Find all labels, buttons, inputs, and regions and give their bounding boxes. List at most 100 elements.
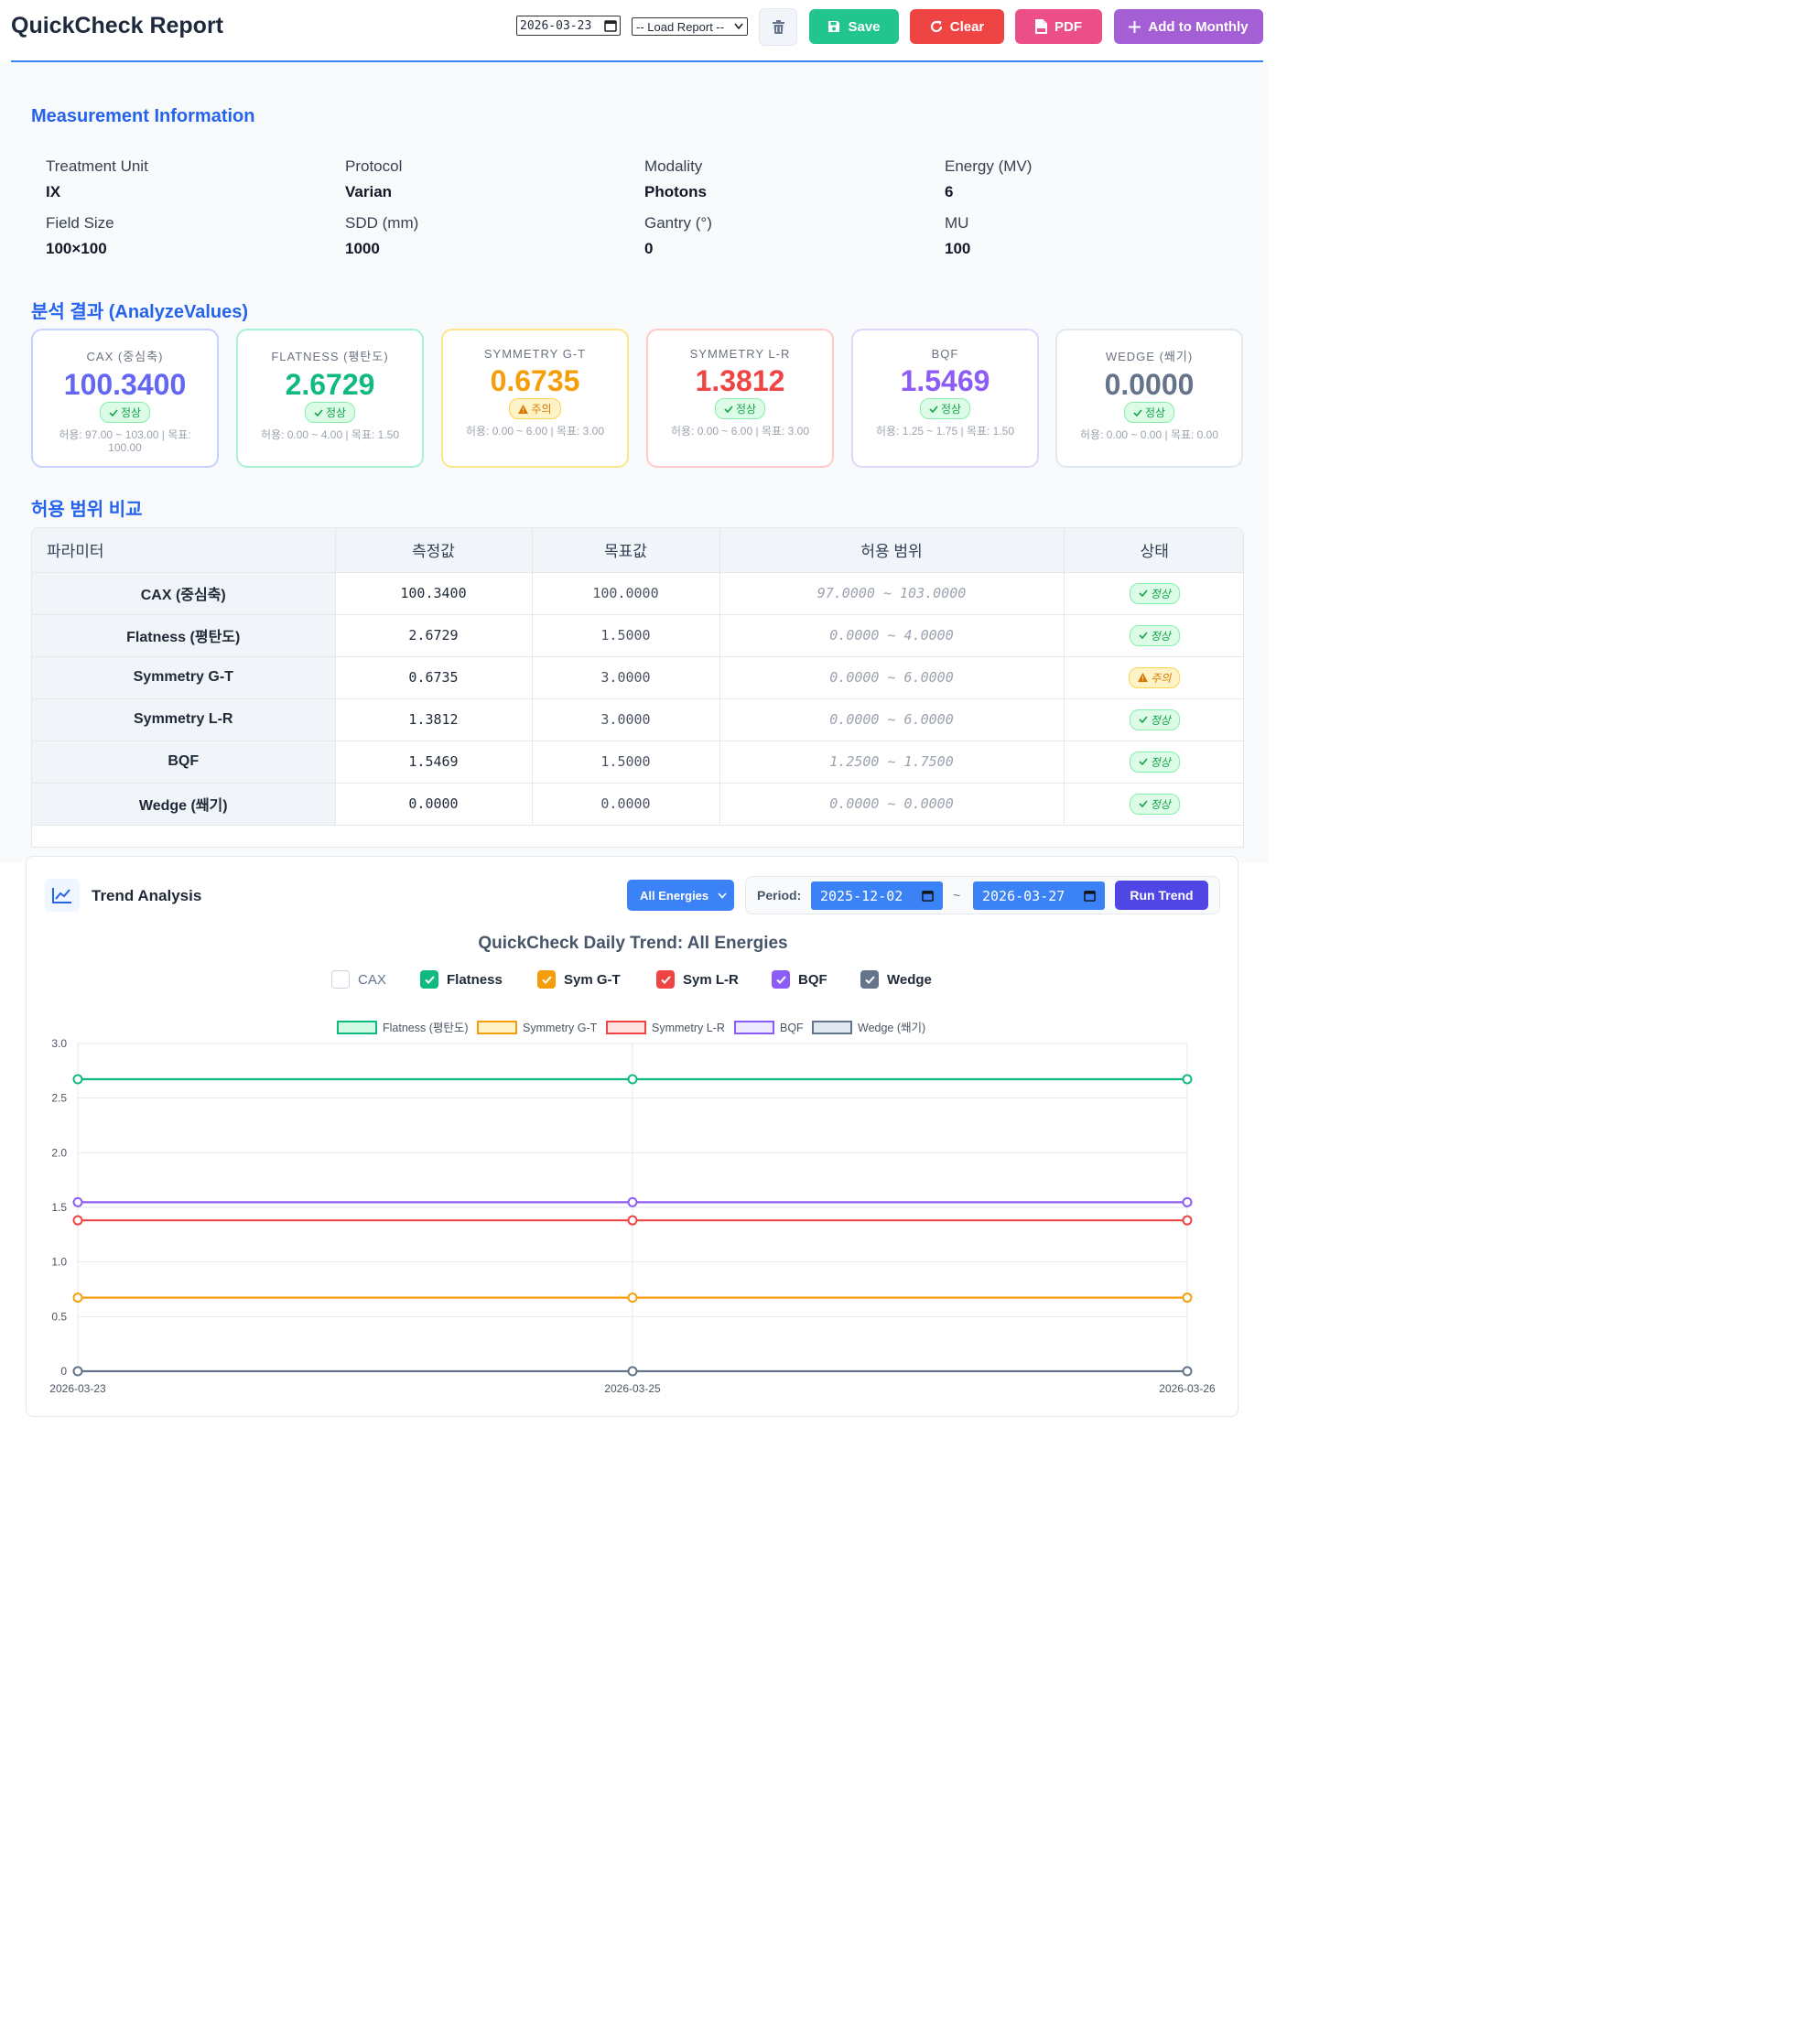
analysis-card: FLATNESS (평탄도) 2.6729 정상 허용: 0.00 ~ 4.00 | … — [236, 329, 424, 468]
target-cell: 1.5000 — [532, 741, 720, 784]
pdf-label: PDF — [1054, 18, 1082, 35]
status-badge: 주의 — [1129, 666, 1181, 688]
series-toggle[interactable]: Flatness — [420, 970, 503, 989]
table-row: Symmetry L-R 1.3812 3.0000 0.0000 ~ 6.0000 정… — [32, 698, 1243, 741]
pdf-button[interactable]: PDF — [1015, 9, 1102, 44]
clear-button[interactable]: Clear — [910, 9, 1004, 44]
field-value: Varian — [345, 183, 393, 200]
legend-swatch — [812, 1021, 852, 1034]
target-cell: 3.0000 — [532, 698, 720, 741]
data-point — [627, 1215, 638, 1226]
data-point — [72, 1215, 83, 1226]
delete-button[interactable] — [759, 8, 797, 46]
field-value: 0 — [644, 240, 654, 257]
check-icon — [1139, 800, 1148, 807]
range-cell: 0.0000 ~ 6.0000 — [719, 656, 1065, 699]
trend-analysis-card: Trend Analysis All Energies Period: 2025… — [26, 856, 1238, 1417]
range-cell: 0.0000 ~ 4.0000 — [719, 614, 1065, 657]
save-label: Save — [848, 18, 881, 35]
report-date-value: 2026-03-23 — [520, 18, 592, 33]
load-report-value: -- Load Report -- — [636, 19, 725, 34]
status-cell: 정상 — [1064, 572, 1243, 615]
period-start-input[interactable]: 2025-12-02 — [811, 881, 943, 910]
measured-cell: 100.3400 — [335, 572, 533, 615]
field-value: 100 — [945, 240, 971, 257]
data-point — [72, 1292, 83, 1303]
toggle-label: Flatness — [447, 971, 503, 988]
check-icon — [724, 405, 733, 413]
x-tick-label: 2026-03-26 — [1159, 1382, 1216, 1395]
card-title: SYMMETRY L-R — [689, 347, 791, 361]
run-trend-button[interactable]: Run Trend — [1115, 881, 1208, 910]
x-tick-label: 2026-03-25 — [604, 1382, 661, 1395]
checkbox-icon[interactable] — [420, 970, 438, 989]
calendar-icon — [604, 20, 617, 32]
series-toggle[interactable]: Sym L-R — [656, 970, 739, 989]
trash-icon — [772, 20, 784, 34]
series-toggle[interactable]: BQF — [772, 970, 827, 989]
chevron-down-icon — [718, 892, 727, 899]
checkbox-icon[interactable] — [331, 970, 350, 989]
field-label: Gantry (°) — [644, 214, 712, 232]
checkbox-icon[interactable] — [772, 970, 790, 989]
column-header: 측정값 — [335, 528, 533, 573]
status-text: 정상 — [1150, 713, 1171, 727]
legend-label: Wedge (쐐기) — [858, 1022, 925, 1034]
field-protocol: Protocol Varian — [345, 157, 402, 201]
report-date-input[interactable]: 2026-03-23 — [516, 16, 621, 36]
data-point — [72, 1366, 83, 1377]
period-end-input[interactable]: 2026-03-27 — [973, 881, 1105, 910]
data-point — [1182, 1366, 1193, 1377]
checkbox-icon[interactable] — [537, 970, 556, 989]
trend-chart: 0 0.5 1.0 1.5 2.0 2.5 3.0 2026-03-23 2026-03-25 2… — [49, 1021, 1216, 1395]
status-badge: 정상 — [1129, 751, 1180, 773]
save-button[interactable]: Save — [809, 9, 899, 44]
target-cell: 100.0000 — [532, 572, 720, 615]
field-label: Protocol — [345, 157, 403, 175]
status-badge: 정상 — [1129, 793, 1180, 815]
card-title: CAX (중심축) — [86, 350, 164, 363]
load-report-select[interactable]: -- Load Report -- — [632, 17, 748, 36]
y-tick-label: 1.5 — [51, 1201, 67, 1214]
toggle-label: CAX — [358, 971, 386, 988]
table-row: Flatness (평탄도) 2.6729 1.5000 0.0000 ~ 4.000… — [32, 614, 1243, 657]
checkbox-icon[interactable] — [656, 970, 675, 989]
param-cell: Symmetry L-R — [32, 698, 336, 741]
check-icon — [1133, 408, 1142, 416]
analysis-card: CAX (중심축) 100.3400 정상 허용: 97.00 ~ 103.00 | … — [31, 329, 219, 468]
card-value: 0.0000 — [1104, 368, 1195, 401]
data-point — [1182, 1196, 1193, 1207]
checkbox-icon[interactable] — [860, 970, 879, 989]
column-header: 상태 — [1064, 528, 1243, 573]
add-to-monthly-button[interactable]: Add to Monthly — [1114, 9, 1263, 44]
series-toggle[interactable]: Sym G-T — [537, 970, 621, 989]
toggle-label: BQF — [798, 971, 827, 988]
range-cell: 97.0000 ~ 103.0000 — [719, 572, 1065, 615]
status-cell: 주의 — [1064, 656, 1243, 699]
analysis-card: WEDGE (쐐기) 0.0000 정상 허용: 0.00 ~ 0.00 | 목표: … — [1055, 329, 1243, 468]
data-point — [72, 1074, 83, 1085]
field-label: Field Size — [46, 214, 114, 232]
energy-select[interactable]: All Energies — [627, 880, 734, 911]
y-tick-label: 0 — [60, 1365, 67, 1378]
card-range: 허용: 0.00 ~ 6.00 | 목표: 3.00 — [670, 425, 810, 438]
plus-icon — [1129, 20, 1141, 33]
analysis-card: BQF 1.5469 정상 허용: 1.25 ~ 1.75 | 목표: 1.50 — [851, 329, 1039, 468]
status-badge: 정상 — [99, 402, 151, 423]
series-toggle[interactable]: CAX — [331, 970, 386, 989]
status-text: 주의 — [1151, 671, 1172, 685]
top-bar: QuickCheck Report 2026-03-23 -- Load Rep… — [0, 0, 1268, 62]
calendar-icon — [922, 891, 934, 902]
y-tick-label: 2.0 — [51, 1146, 67, 1159]
card-title: WEDGE (쐐기) — [1105, 350, 1194, 363]
table-row: BQF 1.5469 1.5000 1.2500 ~ 1.7500 정상 — [32, 741, 1243, 784]
toggle-label: Sym L-R — [683, 971, 739, 988]
field-sdd: SDD (mm) 1000 — [345, 214, 418, 258]
series-toggle[interactable]: Wedge — [860, 970, 932, 989]
card-value: 2.6729 — [285, 368, 375, 401]
table-row: Wedge (쐐기) 0.0000 0.0000 0.0000 ~ 0.0000 정상 — [32, 783, 1243, 826]
card-title: SYMMETRY G-T — [483, 347, 587, 361]
column-header: 파라미터 — [32, 528, 336, 573]
measured-cell: 0.6735 — [335, 656, 533, 699]
period-end-value: 2026-03-27 — [982, 887, 1065, 904]
